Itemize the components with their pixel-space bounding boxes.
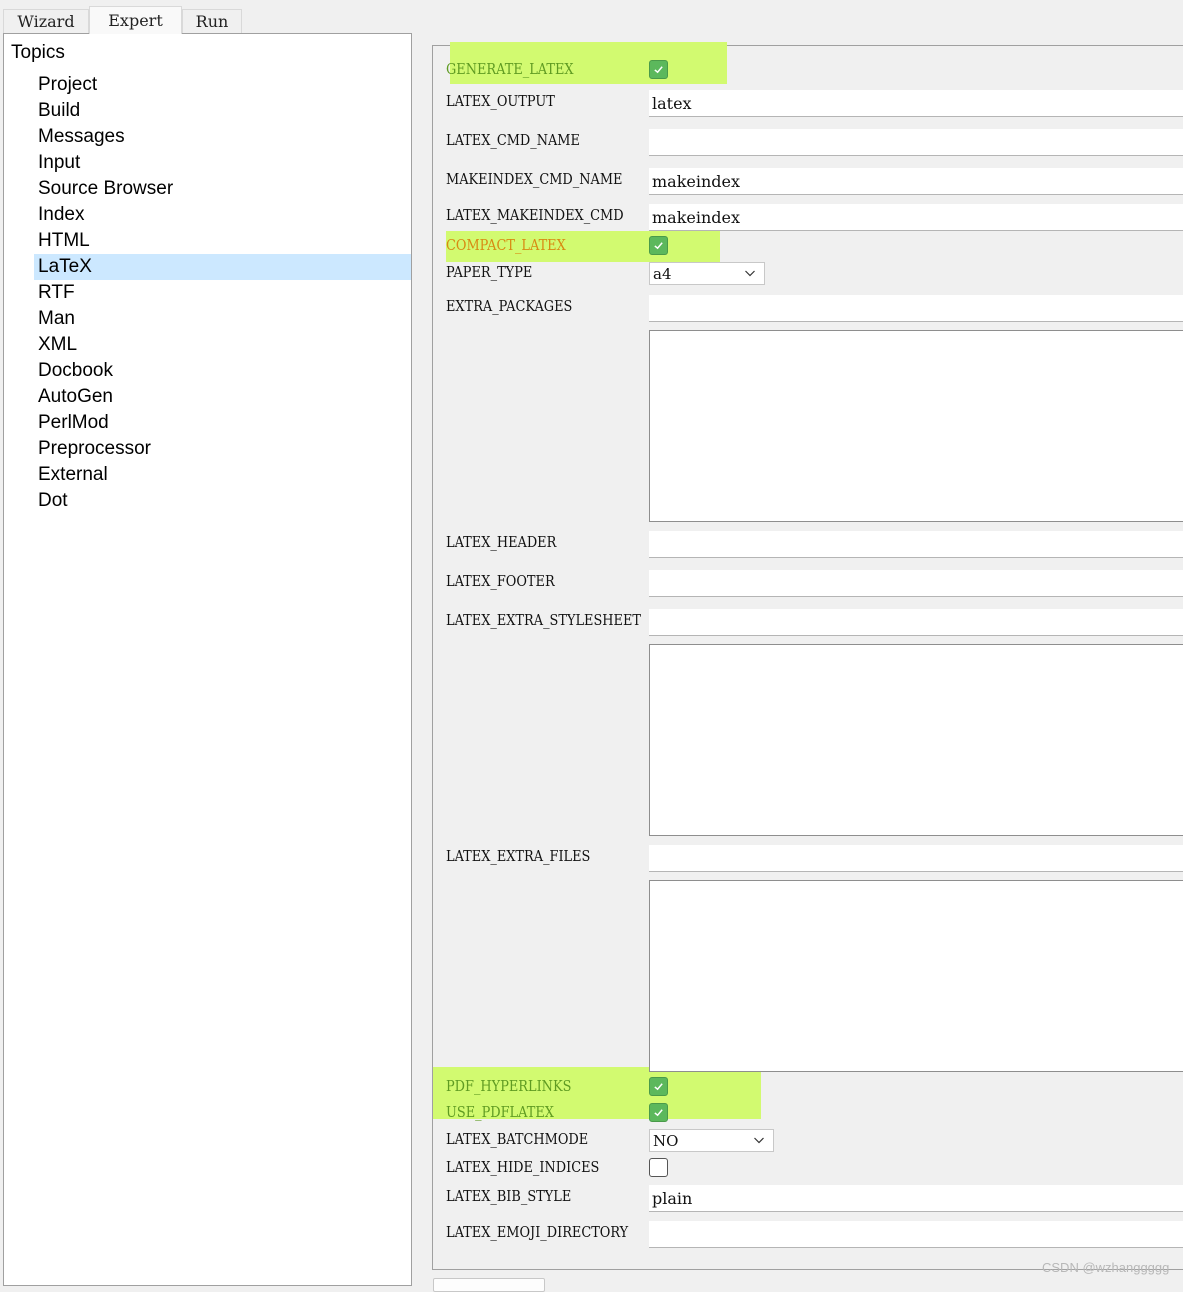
bottom-button[interactable]: [433, 1278, 545, 1292]
label-latex-hide-indices: LATEX_HIDE_INDICES: [446, 1158, 600, 1176]
label-compact-latex: COMPACT_LATEX: [446, 236, 566, 254]
label-pdf-hyperlinks: PDF_HYPERLINKS: [446, 1077, 572, 1095]
checkbox-pdf-hyperlinks[interactable]: [649, 1077, 668, 1096]
tab-run[interactable]: Run: [182, 9, 242, 33]
topic-project[interactable]: Project: [34, 72, 411, 98]
input-latex-extra-stylesheet[interactable]: [649, 609, 1183, 636]
topic-docbook[interactable]: Docbook: [34, 358, 411, 384]
label-paper-type: PAPER_TYPE: [446, 263, 533, 281]
label-latex-header: LATEX_HEADER: [446, 533, 557, 551]
tab-bar: Wizard Expert Run: [0, 0, 1183, 34]
checkbox-latex-hide-indices[interactable]: [649, 1158, 668, 1177]
topic-messages[interactable]: Messages: [34, 124, 411, 150]
list-extra-packages[interactable]: [649, 330, 1183, 522]
tab-wizard[interactable]: Wizard: [3, 9, 89, 33]
topic-perlmod[interactable]: PerlMod: [34, 410, 411, 436]
select-latex-batchmode[interactable]: NO: [649, 1129, 774, 1152]
watermark: CSDN @wzhanggggg: [1042, 1260, 1170, 1275]
topics-title: Topics: [11, 42, 65, 63]
check-icon: [654, 1109, 663, 1117]
label-latex-cmd-name: LATEX_CMD_NAME: [446, 131, 580, 149]
topic-source-browser[interactable]: Source Browser: [34, 176, 411, 202]
select-paper-type[interactable]: a4: [649, 262, 765, 285]
label-latex-extra-files: LATEX_EXTRA_FILES: [446, 847, 591, 865]
topic-man[interactable]: Man: [34, 306, 411, 332]
label-use-pdflatex: USE_PDFLATEX: [446, 1103, 554, 1121]
topic-rtf[interactable]: RTF: [34, 280, 411, 306]
list-latex-extra-stylesheet[interactable]: [649, 644, 1183, 836]
label-latex-makeindex-cmd: LATEX_MAKEINDEX_CMD: [446, 206, 624, 224]
topic-preprocessor[interactable]: Preprocessor: [34, 436, 411, 462]
input-makeindex-cmd-name[interactable]: makeindex: [649, 168, 1183, 195]
chevron-down-icon: [745, 270, 755, 277]
input-latex-emoji-directory[interactable]: [649, 1221, 1183, 1248]
topic-latex[interactable]: LaTeX: [34, 254, 411, 280]
check-icon: [654, 66, 663, 74]
select-latex-batchmode-value: NO: [653, 1131, 679, 1150]
label-extra-packages: EXTRA_PACKAGES: [446, 297, 573, 315]
label-makeindex-cmd-name: MAKEINDEX_CMD_NAME: [446, 170, 623, 188]
input-latex-output[interactable]: latex: [649, 90, 1183, 117]
input-latex-footer[interactable]: [649, 570, 1183, 597]
label-latex-bib-style: LATEX_BIB_STYLE: [446, 1187, 572, 1205]
topic-autogen[interactable]: AutoGen: [34, 384, 411, 410]
checkbox-use-pdflatex[interactable]: [649, 1103, 668, 1122]
chevron-down-icon: [754, 1137, 764, 1144]
label-latex-emoji-directory: LATEX_EMOJI_DIRECTORY: [446, 1223, 629, 1241]
label-latex-footer: LATEX_FOOTER: [446, 572, 555, 590]
input-extra-packages[interactable]: [649, 295, 1183, 322]
checkbox-compact-latex[interactable]: [649, 236, 668, 255]
label-generate-latex: GENERATE_LATEX: [446, 60, 574, 78]
topics-panel: Topics Project Build Messages Input Sour…: [3, 33, 412, 1286]
check-icon: [654, 242, 663, 250]
checkbox-generate-latex[interactable]: [649, 60, 668, 79]
label-latex-output: LATEX_OUTPUT: [446, 92, 555, 110]
input-latex-header[interactable]: [649, 531, 1183, 558]
topic-xml[interactable]: XML: [34, 332, 411, 358]
topic-build[interactable]: Build: [34, 98, 411, 124]
topic-input[interactable]: Input: [34, 150, 411, 176]
tab-expert[interactable]: Expert: [89, 6, 182, 34]
input-latex-cmd-name[interactable]: [649, 129, 1183, 156]
topic-html[interactable]: HTML: [34, 228, 411, 254]
label-latex-extra-stylesheet: LATEX_EXTRA_STYLESHEET: [446, 611, 641, 629]
input-latex-extra-files[interactable]: [649, 845, 1183, 872]
topic-external[interactable]: External: [34, 462, 411, 488]
input-latex-bib-style[interactable]: plain: [649, 1185, 1183, 1212]
input-latex-makeindex-cmd[interactable]: makeindex: [649, 204, 1183, 231]
select-paper-type-value: a4: [653, 264, 672, 283]
list-latex-extra-files[interactable]: [649, 880, 1183, 1072]
label-latex-batchmode: LATEX_BATCHMODE: [446, 1130, 589, 1148]
check-icon: [654, 1083, 663, 1091]
topic-dot[interactable]: Dot: [34, 488, 411, 514]
topic-index[interactable]: Index: [34, 202, 411, 228]
